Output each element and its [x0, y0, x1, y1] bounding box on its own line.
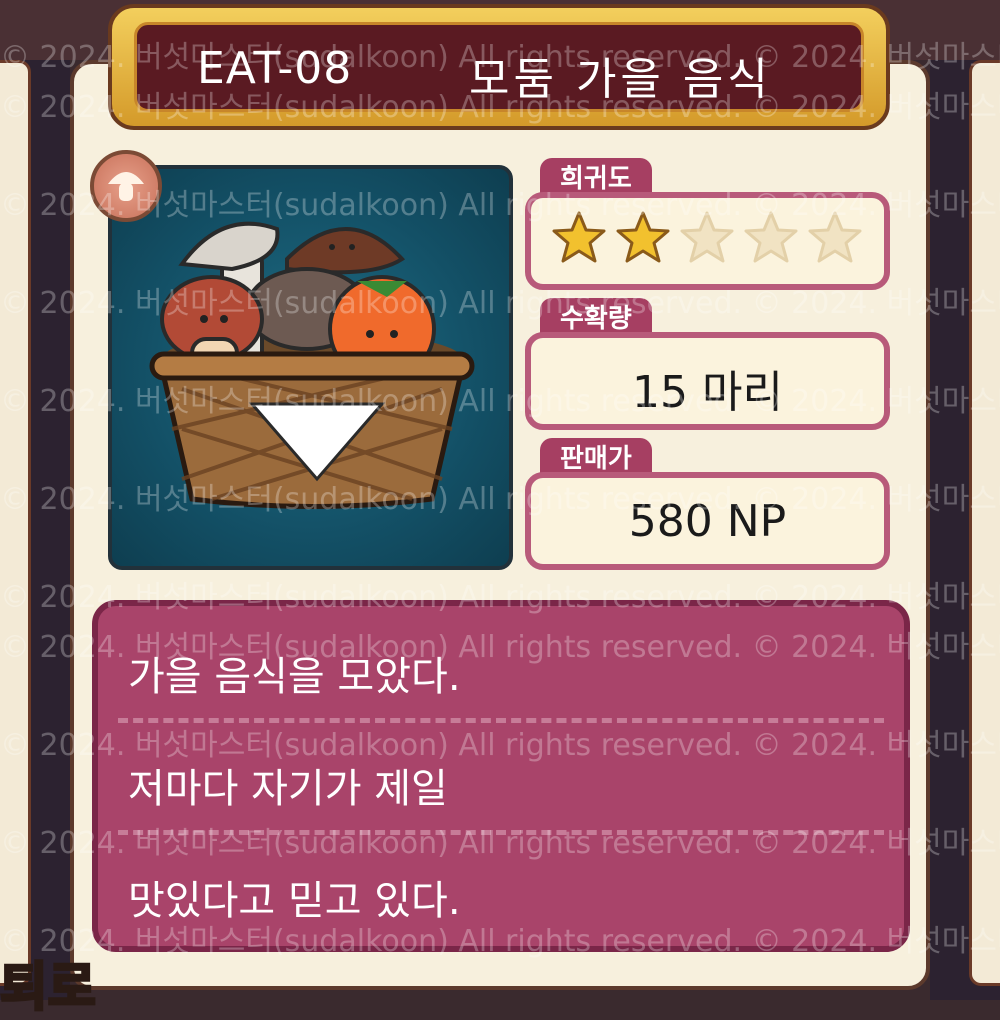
rarity-stars — [549, 208, 865, 268]
price-value: 580 NP — [628, 496, 787, 547]
mushroom-badge-icon — [90, 150, 162, 222]
side-card-left — [0, 60, 31, 986]
price-box: 580 NP — [525, 472, 890, 570]
harvest-box: 15 마리 — [525, 332, 890, 430]
divider — [118, 718, 884, 723]
description-line: 맛있다고 믿고 있다. — [128, 878, 461, 924]
mushroom-basket-icon — [149, 221, 475, 509]
description-panel: 가을 음식을 모았다. 저마다 자기가 제일 맛있다고 믿고 있다. — [92, 600, 910, 952]
star-empty-icon — [808, 211, 862, 263]
description-line: 저마다 자기가 제일 — [128, 766, 448, 812]
item-name: 모둠 가을 음식 — [469, 54, 772, 105]
star-filled-icon — [616, 211, 670, 263]
side-card-right — [969, 60, 1000, 986]
divider — [118, 830, 884, 835]
rarity-box — [525, 192, 890, 290]
star-empty-icon — [744, 211, 798, 263]
item-code: EAT-08 — [197, 43, 353, 94]
description-line: 가을 음식을 모았다. — [128, 654, 461, 700]
star-filled-icon — [552, 211, 606, 263]
star-empty-icon — [680, 211, 734, 263]
bottom-logo: 퇴로 — [0, 957, 97, 1020]
harvest-value: 15 마리 — [632, 367, 783, 418]
title-banner: EAT-08 모둠 가을 음식 — [108, 4, 890, 130]
item-image — [108, 165, 513, 570]
